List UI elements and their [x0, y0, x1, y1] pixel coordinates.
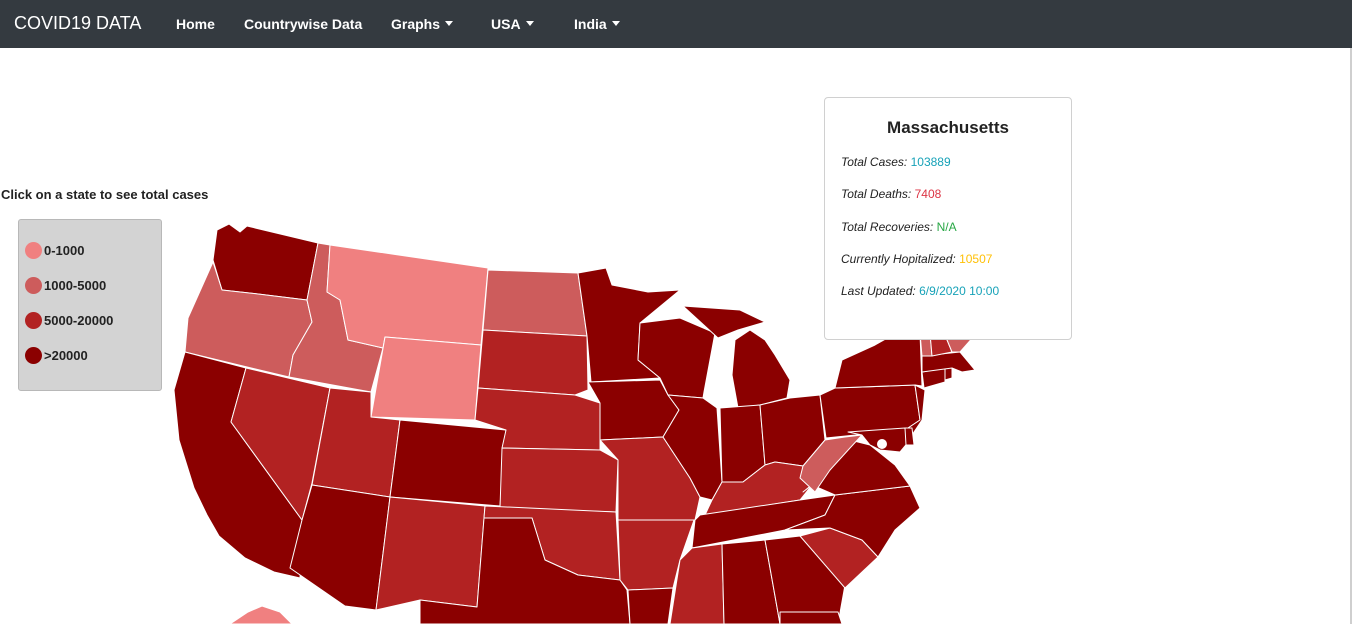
state-louisiana[interactable] — [627, 587, 674, 624]
state-rhode-island[interactable] — [944, 367, 953, 381]
legend-swatch — [25, 241, 42, 259]
legend-label: 5000-20000 — [44, 312, 114, 328]
nav-home[interactable]: Home — [176, 16, 215, 32]
total-recoveries-value: N/A — [936, 220, 957, 234]
legend-label: >20000 — [44, 347, 88, 363]
hospitalized-value: 10507 — [959, 252, 993, 266]
last-updated-row: Last Updated: 6/9/2020 10:00 — [841, 284, 999, 298]
legend-item: 1000-5000 — [25, 275, 106, 295]
last-updated-label: Last Updated: — [841, 284, 916, 298]
nav-usa-dropdown[interactable]: USA — [491, 16, 534, 32]
state-delaware[interactable] — [904, 427, 915, 446]
total-deaths-row: Total Deaths: 7408 — [841, 187, 941, 201]
legend-item: 5000-20000 — [25, 310, 113, 330]
total-recoveries-row: Total Recoveries: N/A — [841, 220, 957, 234]
total-deaths-value: 7408 — [914, 187, 942, 201]
nav-graphs-dropdown[interactable]: Graphs — [391, 16, 454, 32]
legend-swatch — [25, 346, 42, 364]
total-cases-value: 103889 — [910, 155, 951, 169]
state-montana[interactable] — [326, 244, 489, 349]
total-recoveries-label: Total Recoveries: — [841, 220, 934, 234]
caret-down-icon — [445, 21, 454, 26]
map-legend: 0-1000 1000-5000 5000-20000 >20000 — [18, 219, 162, 391]
state-kansas[interactable] — [499, 447, 619, 513]
state-south-dakota[interactable] — [477, 329, 589, 396]
nav-india-dropdown[interactable]: India — [574, 16, 620, 32]
washington-dc-marker[interactable] — [877, 439, 887, 449]
legend-label: 0-1000 — [44, 242, 85, 258]
legend-swatch — [25, 311, 42, 329]
state-new-mexico[interactable] — [375, 496, 486, 611]
legend-item: 0-1000 — [25, 240, 84, 260]
nav-countrywise-data[interactable]: Countrywise Data — [244, 16, 362, 32]
state-alaska[interactable] — [229, 605, 293, 624]
navbar-brand[interactable]: COVID19 DATA — [14, 13, 141, 34]
state-name: Massachusetts — [887, 118, 1009, 137]
hospitalized-row: Currently Hopitalized: 10507 — [841, 252, 992, 266]
state-info-card: Massachusetts Total Cases: 103889 Total … — [824, 97, 1072, 340]
hospitalized-label: Currently Hopitalized: — [841, 252, 956, 266]
legend-label: 1000-5000 — [44, 277, 107, 293]
caret-down-icon — [611, 21, 620, 26]
state-colorado[interactable] — [389, 419, 507, 507]
state-wyoming[interactable] — [370, 336, 482, 421]
state-north-dakota[interactable] — [482, 269, 588, 337]
legend-swatch — [25, 276, 42, 294]
state-florida[interactable] — [779, 611, 843, 624]
total-cases-label: Total Cases: — [841, 155, 908, 169]
state-washington[interactable] — [212, 223, 319, 301]
caret-down-icon — [525, 21, 534, 26]
total-deaths-label: Total Deaths: — [841, 187, 912, 201]
navbar: COVID19 DATA Home Countrywise Data Graph… — [0, 0, 1352, 48]
legend-item: >20000 — [25, 345, 88, 365]
last-updated-value: 6/9/2020 10:00 — [919, 284, 1000, 298]
total-cases-row: Total Cases: 103889 — [841, 155, 951, 169]
